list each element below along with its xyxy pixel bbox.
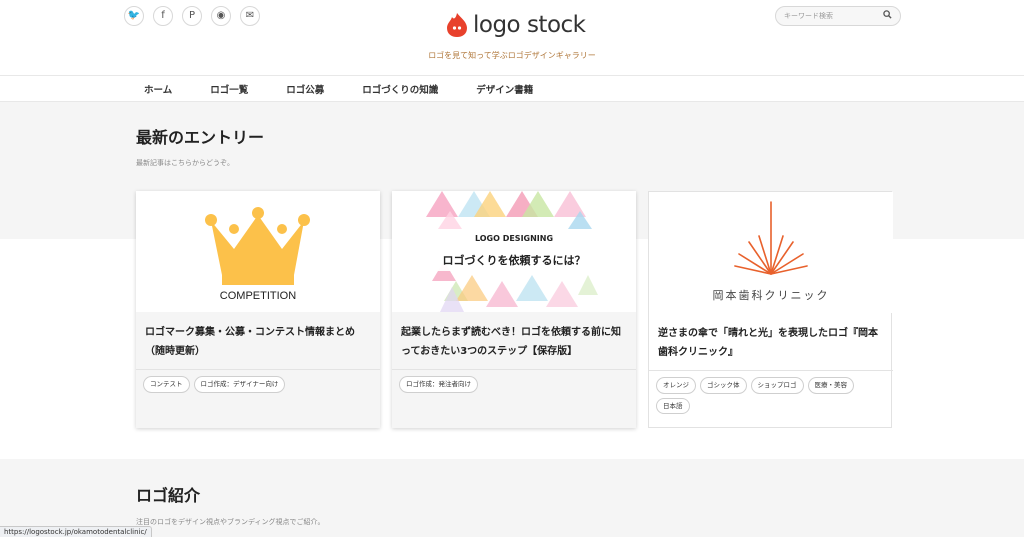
- card-thumbnail[interactable]: 岡本歯科クリニック: [649, 192, 893, 313]
- card-tags: ロゴ作成：発注者向け: [399, 376, 631, 393]
- site-logo[interactable]: logo stock: [446, 12, 586, 38]
- intro-section-subtitle: 注目のロゴをデザイン視点やブランディング視点でご紹介。: [136, 518, 325, 526]
- facebook-icon[interactable]: f: [153, 6, 173, 26]
- card-thumbnail[interactable]: LOGO DESIGNING ロゴづくりを依頼するには？: [392, 191, 636, 312]
- entry-card[interactable]: 岡本歯科クリニック 逆さまの傘で「晴れと光」を表現したロゴ『岡本歯科クリニック』…: [648, 191, 893, 428]
- social-links: 🐦 f P ◉ ✉: [124, 6, 260, 26]
- thumb-caption: COMPETITION: [219, 290, 297, 302]
- nav-item-home[interactable]: ホーム: [144, 82, 172, 96]
- tag-chip[interactable]: 日本語: [656, 397, 690, 414]
- card-tags: コンテスト ロゴ作成：デザイナー向け: [143, 376, 375, 393]
- search-icon[interactable]: [883, 10, 892, 22]
- pinterest-icon[interactable]: P: [182, 6, 202, 26]
- card-divider: [136, 369, 380, 370]
- tag-chip[interactable]: ゴシック体: [700, 377, 747, 394]
- card-tags: オレンジ ゴシック体 ショップロゴ 医療・美容 日本語: [656, 377, 888, 414]
- nav-item-design-books[interactable]: デザイン書籍: [476, 82, 533, 96]
- nav-item-logo-contest[interactable]: ロゴ公募: [286, 82, 324, 96]
- search-input[interactable]: [784, 12, 883, 20]
- card-title[interactable]: ロゴマーク募集・公募・コンテスト情報まとめ（随時更新）: [145, 323, 373, 361]
- latest-section-title: 最新のエントリー: [136, 128, 265, 147]
- card-divider: [392, 369, 636, 370]
- entry-card[interactable]: COMPETITION ロゴマーク募集・公募・コンテスト情報まとめ（随時更新） …: [136, 191, 380, 428]
- rss-icon[interactable]: ◉: [211, 6, 231, 26]
- search-box: [775, 6, 901, 26]
- thumb-caption-en: LOGO DESIGNING: [474, 234, 554, 243]
- twitter-icon[interactable]: 🐦: [124, 6, 144, 26]
- entry-card[interactable]: LOGO DESIGNING ロゴづくりを依頼するには？ 起業したらまず読むべき…: [392, 191, 636, 428]
- main-nav: ホーム ロゴ一覧 ロゴ公募 ロゴづくりの知識 デザイン書籍: [0, 75, 1024, 102]
- thumb-caption-jp: ロゴづくりを依頼するには？: [442, 254, 586, 267]
- link-status-bar: https://logostock.jp/okamotodentalclinic…: [0, 526, 152, 537]
- tag-chip[interactable]: ロゴ作成：デザイナー向け: [193, 376, 286, 393]
- latest-section-subtitle: 最新記事はこちらからどうぞ。: [136, 159, 234, 167]
- card-thumbnail[interactable]: COMPETITION: [136, 191, 380, 312]
- tag-chip[interactable]: ロゴ作成：発注者向け: [399, 376, 478, 393]
- nav-item-logo-list[interactable]: ロゴ一覧: [210, 82, 248, 96]
- tag-chip[interactable]: 医療・美容: [807, 377, 854, 394]
- tag-chip[interactable]: オレンジ: [656, 377, 696, 394]
- card-title[interactable]: 逆さまの傘で「晴れと光」を表現したロゴ『岡本歯科クリニック』: [658, 324, 886, 362]
- logo-text: logo stock: [473, 12, 586, 38]
- mail-icon[interactable]: ✉: [240, 6, 260, 26]
- tag-chip[interactable]: コンテスト: [143, 376, 190, 393]
- card-title[interactable]: 起業したらまず読むべき！ロゴを依頼する前に知っておきたい3つのステップ【保存版】: [401, 323, 629, 361]
- card-divider: [649, 370, 893, 371]
- flame-logo-icon: [447, 13, 467, 37]
- thumb-caption: 岡本歯科クリニック: [712, 289, 830, 302]
- site-tagline: ロゴを見て知って学ぶロゴデザインギャラリー: [428, 51, 596, 60]
- intro-section-title: ロゴ紹介: [136, 486, 201, 505]
- tag-chip[interactable]: ショップロゴ: [750, 377, 804, 394]
- nav-item-logo-knowledge[interactable]: ロゴづくりの知識: [362, 82, 438, 96]
- site-header: 🐦 f P ◉ ✉ logo stock ロゴを見て知って学ぶロゴデザインギャラ…: [0, 0, 1024, 76]
